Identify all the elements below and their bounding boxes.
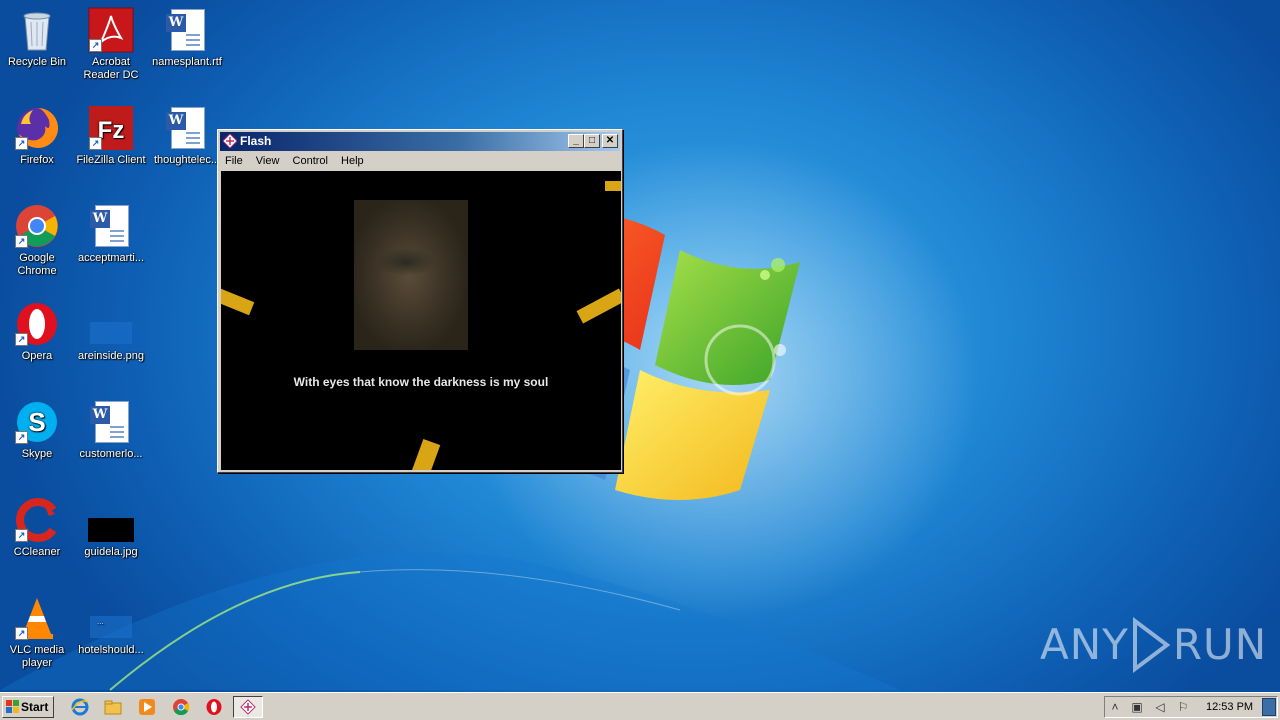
guidela-label: guidela.jpg xyxy=(84,546,138,558)
watermark-right-text: RUN xyxy=(1172,619,1268,669)
image-file-icon: ... xyxy=(87,594,135,642)
hotelshould-label: hotelshould... xyxy=(78,644,144,656)
namesplant-file[interactable]: W namesplant.rtf xyxy=(150,6,224,69)
taskbar-flash-button[interactable] xyxy=(233,696,263,718)
decor-bar xyxy=(221,288,255,316)
word-document-icon: W xyxy=(163,104,211,152)
show-desktop-button[interactable] xyxy=(1262,698,1276,716)
chrome-icon: ↗ xyxy=(13,202,61,250)
desktop: Recycle Bin ↗ Firefox ↗ Google Chrome ↗ … xyxy=(0,0,1280,692)
menu-help[interactable]: Help xyxy=(336,152,369,170)
start-label: Start xyxy=(21,700,49,714)
filezilla-shortcut[interactable]: Fz ↗ FileZilla Client xyxy=(74,104,148,167)
flash-window-title: Flash xyxy=(240,134,272,148)
decor-bar xyxy=(605,181,621,191)
maximize-button[interactable]: □ xyxy=(584,134,600,148)
chrome-icon[interactable] xyxy=(172,698,190,716)
minimize-button[interactable]: _ xyxy=(568,134,584,148)
volume-icon[interactable]: ◁ xyxy=(1153,700,1167,714)
thoughtelec-label: thoughtelec... xyxy=(153,154,221,166)
skype-label: Skype xyxy=(21,448,53,460)
vlc-icon: ↗ xyxy=(13,594,61,642)
word-document-icon: W xyxy=(163,6,211,54)
decor-bar xyxy=(576,288,621,324)
chrome-shortcut[interactable]: ↗ Google Chrome xyxy=(0,202,74,278)
recycle-bin-shortcut[interactable]: Recycle Bin xyxy=(0,6,74,69)
decor-bar xyxy=(411,438,441,470)
flash-caption: With eyes that know the darkness is my s… xyxy=(293,375,549,389)
firefox-shortcut[interactable]: ↗ Firefox xyxy=(0,104,74,167)
firefox-label: Firefox xyxy=(20,154,54,166)
flash-stage[interactable]: With eyes that know the darkness is my s… xyxy=(221,171,621,470)
menu-view[interactable]: View xyxy=(251,152,285,170)
opera-icon[interactable] xyxy=(205,698,223,716)
network-icon[interactable]: ▣ xyxy=(1130,700,1144,714)
recycle-bin-label: Recycle Bin xyxy=(7,56,67,68)
acrobat-icon: ↗ xyxy=(87,6,135,54)
flash-window[interactable]: Flash _ □ ✕ File View Control Help With … xyxy=(217,129,623,473)
recycle-bin-icon xyxy=(13,6,61,54)
image-file-icon xyxy=(87,300,135,348)
ccleaner-label: CCleaner xyxy=(13,546,61,558)
acceptmarti-file[interactable]: W acceptmarti... xyxy=(74,202,148,265)
system-tray: ˄ ▣ ◁ ⚐ 12:53 PM xyxy=(1104,696,1278,718)
watermark-left-text: ANY xyxy=(1040,619,1129,669)
opera-shortcut[interactable]: ↗ Opera xyxy=(0,300,74,363)
vlc-label: VLC media player xyxy=(9,644,65,669)
flash-photo xyxy=(354,200,468,350)
filezilla-icon: Fz ↗ xyxy=(87,104,135,152)
thoughtelec-file[interactable]: W thoughtelec... xyxy=(150,104,224,167)
anyrun-watermark: ANY RUN xyxy=(1040,612,1268,673)
taskbar: Start ˄ ▣ ◁ ⚐ 12:53 PM xyxy=(0,692,1280,720)
customerlo-file[interactable]: W customerlo... xyxy=(74,398,148,461)
customerlo-label: customerlo... xyxy=(79,448,143,460)
clock[interactable]: 12:53 PM xyxy=(1206,697,1253,717)
svg-text:S: S xyxy=(28,407,45,437)
flash-app-icon xyxy=(240,699,256,715)
explorer-folder-icon[interactable] xyxy=(104,698,122,716)
areinside-label: areinside.png xyxy=(77,350,145,362)
svg-text:...: ... xyxy=(97,617,104,626)
acrobat-shortcut[interactable]: ↗ Acrobat Reader DC xyxy=(74,6,148,82)
menu-file[interactable]: File xyxy=(220,152,248,170)
flash-titlebar[interactable]: Flash _ □ ✕ xyxy=(220,132,620,151)
vlc-shortcut[interactable]: ↗ VLC media player xyxy=(0,594,74,670)
word-document-icon: W xyxy=(87,398,135,446)
acceptmarti-label: acceptmarti... xyxy=(77,252,145,264)
word-document-icon: W xyxy=(87,202,135,250)
internet-explorer-icon[interactable] xyxy=(71,698,89,716)
menu-control[interactable]: Control xyxy=(288,152,333,170)
firefox-icon: ↗ xyxy=(13,104,61,152)
chrome-label: Google Chrome xyxy=(17,252,57,277)
filezilla-label: FileZilla Client xyxy=(76,154,146,166)
flag-icon[interactable]: ⚐ xyxy=(1176,700,1190,714)
start-button[interactable]: Start xyxy=(2,696,54,718)
opera-label: Opera xyxy=(21,350,53,362)
guidela-file[interactable]: guidela.jpg xyxy=(74,496,148,559)
acrobat-label: Acrobat Reader DC xyxy=(83,56,139,81)
skype-icon: S ↗ xyxy=(13,398,61,446)
ccleaner-shortcut[interactable]: ↗ CCleaner xyxy=(0,496,74,559)
chevron-up-icon[interactable]: ˄ xyxy=(1108,700,1122,714)
windows-logo-icon xyxy=(6,700,19,713)
areinside-file[interactable]: areinside.png xyxy=(74,300,148,363)
play-triangle-icon xyxy=(1132,616,1171,673)
image-file-icon xyxy=(87,496,135,544)
close-button[interactable]: ✕ xyxy=(602,134,618,148)
opera-icon: ↗ xyxy=(13,300,61,348)
hotelshould-file[interactable]: ... hotelshould... xyxy=(74,594,148,657)
ccleaner-icon: ↗ xyxy=(13,496,61,544)
flash-menubar: File View Control Help xyxy=(220,152,620,170)
media-player-icon[interactable] xyxy=(138,698,156,716)
namesplant-label: namesplant.rtf xyxy=(152,56,222,68)
flash-app-icon xyxy=(223,134,237,148)
skype-shortcut[interactable]: S ↗ Skype xyxy=(0,398,74,461)
